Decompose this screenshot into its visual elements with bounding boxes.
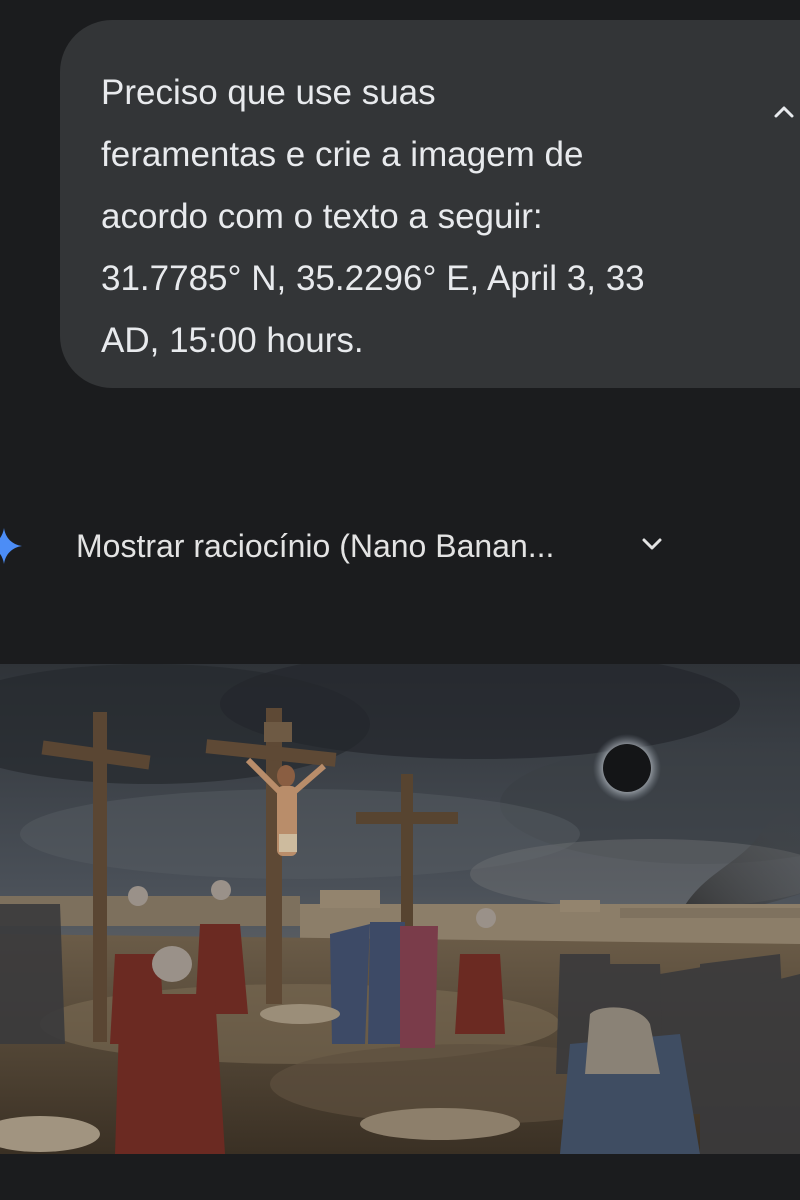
chat-page: Preciso que use suas feramentas e crie a… — [0, 0, 800, 1200]
generated-image[interactable] — [0, 664, 800, 1154]
show-reasoning-label[interactable]: Mostrar raciocínio (Nano Banan... — [76, 526, 554, 566]
chevron-up-icon — [774, 106, 794, 118]
image-crucifixion-scene — [0, 664, 800, 1154]
expand-reasoning-button[interactable] — [632, 524, 672, 564]
show-reasoning-toggle[interactable]: Mostrar raciocínio (Nano Banan... — [0, 518, 800, 574]
collapse-message-button[interactable] — [764, 92, 800, 132]
user-message-bubble: Preciso que use suas feramentas e crie a… — [60, 20, 800, 388]
user-message-text: Preciso que use suas feramentas e crie a… — [101, 73, 645, 360]
gemini-spark-icon — [0, 528, 22, 564]
chevron-down-icon — [642, 538, 662, 550]
